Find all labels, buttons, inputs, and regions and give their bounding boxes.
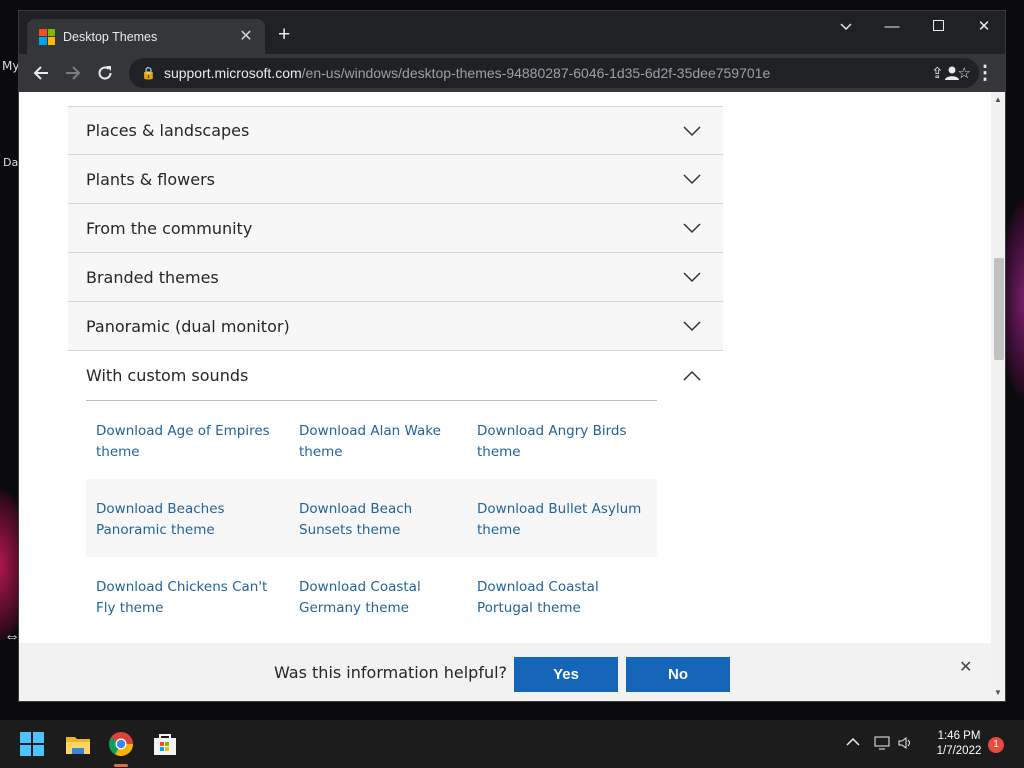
download-link[interactable]: Download Age of Empires theme (96, 421, 299, 463)
lock-icon[interactable]: 🔒 (141, 66, 156, 80)
link-row: Download Chickens Can't Fly theme Downlo… (86, 557, 657, 635)
desktop-icon-label: My (2, 59, 20, 73)
accordion-label: Panoramic (dual monitor) (86, 316, 290, 336)
url-host: support.microsoft.com (163, 65, 302, 81)
accordion-item-branded[interactable]: Branded themes (68, 253, 723, 302)
accordion-item-places[interactable]: Places & landscapes (68, 106, 723, 155)
tab-strip: Desktop Themes ✕ + — ✕ (19, 11, 1005, 54)
desktop-icon-label: Da (3, 156, 19, 169)
microsoft-store-icon[interactable] (151, 730, 179, 758)
tab-title: Desktop Themes (63, 29, 158, 44)
scroll-up-arrow-icon[interactable]: ▲ (994, 95, 1002, 104)
download-link[interactable]: Download Chickens Can't Fly theme (96, 577, 299, 619)
clock-date: 1/7/2022 (936, 745, 982, 757)
chevron-down-icon (683, 272, 701, 283)
scroll-down-arrow-icon[interactable]: ▼ (994, 688, 1002, 697)
chevron-down-icon (683, 125, 701, 136)
theme-categories-accordion: Places & landscapes Plants & flowers Fro… (68, 106, 723, 635)
page-scrollbar[interactable]: ▲ ▼ (991, 92, 1005, 701)
download-link[interactable]: Download Beaches Panoramic theme (96, 499, 299, 541)
browser-window: Desktop Themes ✕ + — ✕ 🔒 support.microso… (18, 10, 1006, 702)
accordion-label: Branded themes (86, 267, 219, 287)
volume-icon[interactable] (898, 736, 914, 753)
link-row: Download Beaches Panoramic theme Downloa… (86, 479, 657, 557)
feedback-close-icon[interactable]: ✕ (959, 657, 972, 677)
tab-search-chevron-icon[interactable] (831, 17, 861, 37)
download-link[interactable]: Download Angry Birds theme (477, 421, 667, 463)
download-link[interactable]: Download Bullet Asylum theme (477, 499, 667, 541)
network-icon[interactable] (874, 736, 890, 753)
file-explorer-icon[interactable] (64, 730, 92, 758)
accordion-label: With custom sounds (86, 366, 249, 385)
forward-button[interactable] (57, 57, 89, 89)
chrome-icon[interactable] (107, 730, 135, 758)
accordion-item-plants[interactable]: Plants & flowers (68, 155, 723, 204)
close-window-button[interactable]: ✕ (969, 17, 999, 37)
download-link[interactable]: Download Coastal Germany theme (299, 577, 477, 619)
accordion-panel-custom-sounds: Download Age of Empires theme Download A… (68, 400, 723, 635)
url-path: /en-us/windows/desktop-themes-94880287-6… (301, 65, 771, 81)
tab-close-icon[interactable]: ✕ (237, 28, 255, 46)
feedback-bar: Was this information helpful? Yes No ✕ (19, 643, 991, 701)
accordion-label: From the community (86, 218, 253, 238)
accordion-item-community[interactable]: From the community (68, 204, 723, 253)
reload-button[interactable] (89, 57, 121, 89)
download-link[interactable]: Download Alan Wake theme (299, 421, 477, 463)
scroll-thumb[interactable] (994, 258, 1004, 360)
system-clock[interactable]: 1:46 PM 1/7/2022 (926, 729, 992, 759)
download-link[interactable]: Download Coastal Portugal theme (477, 577, 667, 619)
accordion-label: Plants & flowers (86, 169, 216, 189)
accordion-item-custom-sounds[interactable]: With custom sounds (68, 351, 723, 400)
browser-toolbar: 🔒 support.microsoft.com /en-us/windows/d… (19, 54, 1005, 92)
start-windows-icon[interactable] (20, 732, 44, 756)
show-hidden-icons-chevron-icon[interactable] (846, 734, 860, 750)
notification-badge[interactable]: 1 (988, 737, 1004, 753)
chevron-down-icon (683, 321, 701, 332)
link-row: Download Age of Empires theme Download A… (86, 401, 657, 479)
accordion-label: Places & landscapes (86, 121, 250, 140)
new-tab-button[interactable]: + (278, 24, 290, 45)
maximize-button[interactable] (923, 17, 953, 37)
feedback-no-button[interactable]: No (626, 657, 730, 692)
feedback-yes-button[interactable]: Yes (514, 657, 618, 692)
accordion-item-panoramic[interactable]: Panoramic (dual monitor) (68, 302, 723, 351)
address-bar[interactable]: 🔒 support.microsoft.com /en-us/windows/d… (129, 58, 979, 88)
chevron-down-icon (683, 223, 701, 234)
microsoft-logo-icon (39, 28, 55, 45)
download-link[interactable]: Download Beach Sunsets theme (299, 499, 477, 541)
browser-tab[interactable]: Desktop Themes ✕ (27, 19, 265, 54)
back-button[interactable] (25, 57, 57, 89)
active-app-indicator (114, 764, 128, 767)
menu-kebab-icon[interactable]: ⋮ (969, 57, 1001, 89)
chevron-down-icon (683, 174, 701, 185)
minimize-button[interactable]: — (877, 17, 907, 37)
clock-time: 1:46 PM (937, 730, 981, 742)
profile-icon[interactable] (936, 57, 968, 89)
taskbar: 1:46 PM 1/7/2022 1 (0, 720, 1024, 768)
feedback-question: Was this information helpful? (274, 663, 508, 682)
chevron-up-icon (683, 370, 701, 381)
page-content: Places & landscapes Plants & flowers Fro… (19, 92, 1005, 701)
